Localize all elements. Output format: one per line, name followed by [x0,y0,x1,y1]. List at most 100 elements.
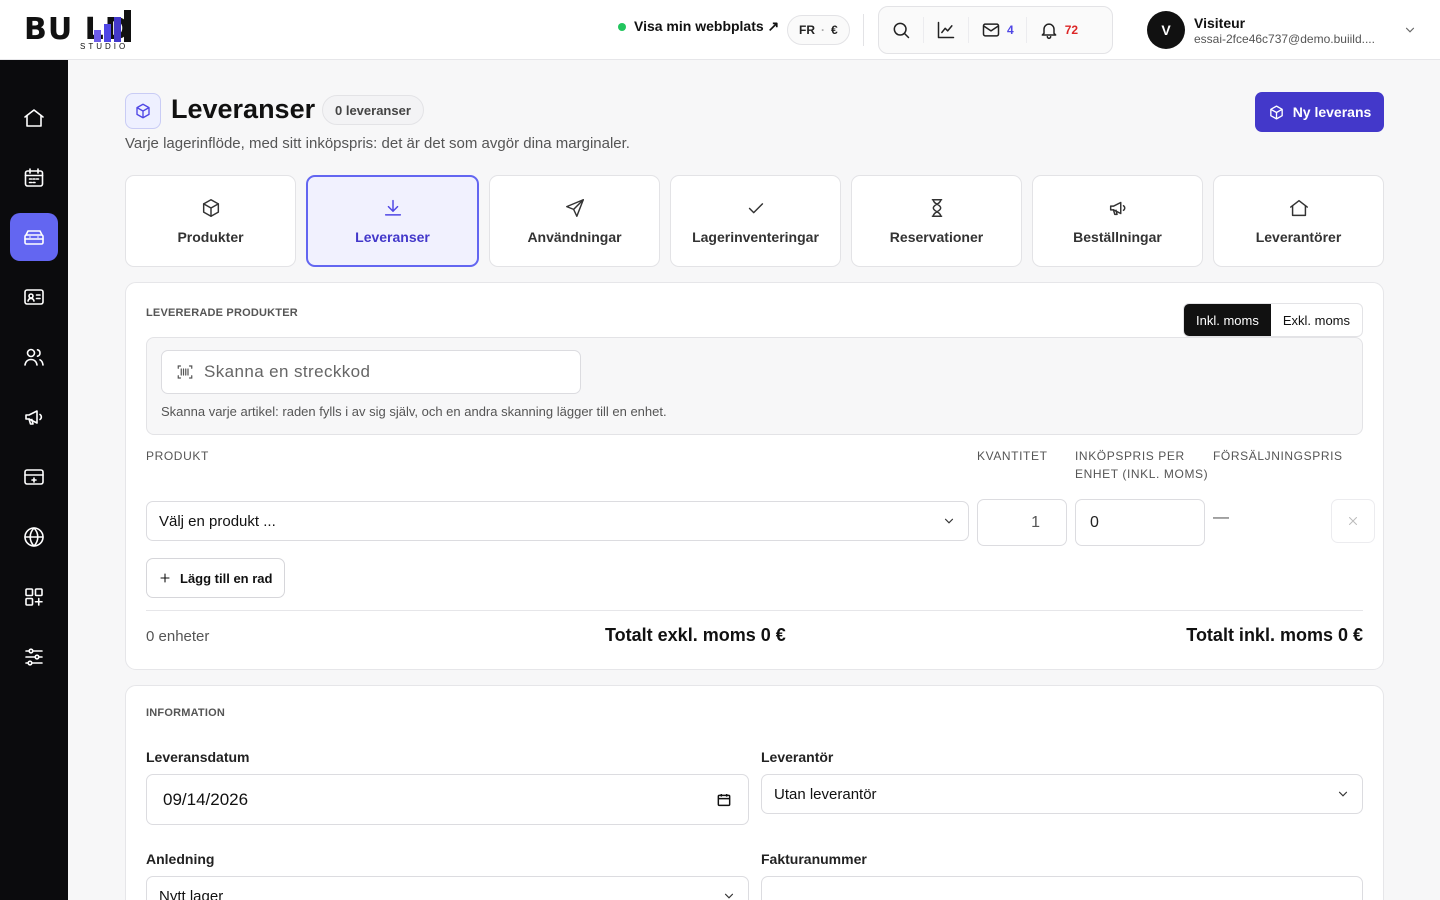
barcode-icon [177,365,193,379]
column-header-quantity: KVANTITET [977,449,1048,463]
deliveries-count-badge: 0 leveranser [322,95,424,125]
tab-products[interactable]: Produkter [125,175,296,267]
delivered-products-card: LEVERERADE PRODUKTER Inkl. moms Exkl. mo… [125,282,1384,670]
column-header-product: PRODUKT [146,449,209,463]
product-select-value: Välj en produkt ... [159,512,276,530]
tab-deliveries[interactable]: Leveranser [306,175,479,267]
notifications-button[interactable]: 72 [1025,17,1090,43]
delivery-date-label: Leveransdatum [146,749,250,765]
sidebar-item-website[interactable] [10,513,58,561]
new-delivery-button[interactable]: Ny leverans [1255,92,1384,132]
language-code: FR [799,23,815,37]
tab-label: Leveranser [355,229,430,245]
sidebar [0,60,68,900]
sidebar-item-marketing[interactable] [10,393,58,441]
supplier-label: Leverantör [761,749,834,765]
sidebar-item-calendar[interactable] [10,154,58,202]
sidebar-item-contacts[interactable] [10,273,58,321]
sidebar-item-inventory[interactable] [10,213,58,261]
search-button[interactable] [879,6,923,54]
megaphone-icon [25,410,43,425]
hourglass-icon [931,199,942,217]
product-select[interactable]: Välj en produkt ... [146,501,969,541]
stats-button[interactable] [923,17,968,43]
calendar-icon [717,793,731,806]
section-label: INFORMATION [146,707,225,719]
sidebar-item-home[interactable] [10,94,58,142]
tab-label: Lagerinventeringar [692,229,819,245]
tab-reservations[interactable]: Reservationer [851,175,1022,267]
box-icon [136,103,150,119]
currency-symbol: € [831,23,838,37]
page-icon [125,93,161,129]
vat-toggle: Inkl. moms Exkl. moms [1183,303,1364,337]
vat-incl-option[interactable]: Inkl. moms [1184,304,1271,336]
check-icon [748,203,763,214]
user-info: Visiteur essai-2fce46c737@demo.buiild...… [1194,15,1389,46]
megaphone-icon [1109,201,1125,216]
reason-select[interactable]: Nytt lager [146,876,749,900]
home-icon [1289,199,1308,217]
sidebar-item-users[interactable] [10,333,58,381]
delivery-date-field[interactable]: 09/14/2026 [146,774,749,825]
invoice-number-field [761,876,1363,900]
total-excl-vat: Totalt exkl. moms 0 € [605,625,786,645]
tab-label: Produkter [177,229,244,245]
send-icon [565,199,584,217]
user-name: Visiteur [1194,14,1246,31]
sidebar-item-apps[interactable] [10,573,58,621]
brand-logo[interactable]: BU LD STUDIO [24,8,184,52]
sidebar-item-settings[interactable] [10,633,58,681]
add-row-button[interactable]: Lägg till en rad [146,558,286,598]
tab-label: Beställningar [1073,229,1162,245]
tab-suppliers[interactable]: Leverantörer [1213,175,1384,267]
box-icon [1269,104,1283,120]
calendar-icon [24,168,44,187]
chevron-down-icon [1338,791,1348,797]
chart-line-icon [937,21,955,39]
users-icon [24,348,44,366]
user-menu[interactable]: V Visiteur essai-2fce46c737@demo.buiild.… [1147,11,1417,49]
download-icon [384,199,401,216]
barcode-input[interactable] [204,362,554,382]
tab-usages[interactable]: Användningar [489,175,660,267]
remove-row-button[interactable] [1331,499,1375,543]
vat-excl-option[interactable]: Exkl. moms [1271,304,1362,336]
barcode-scan-field [161,350,581,394]
inventory-icon [24,230,44,245]
information-card: INFORMATION Leveransdatum 09/14/2026 Lev… [125,685,1384,900]
chevron-down-icon [944,518,954,524]
quantity-field [977,499,1067,546]
tab-label: Leverantörer [1255,229,1342,245]
messages-count: 4 [1007,23,1014,37]
payment-icon [24,469,44,485]
quantity-input[interactable] [1004,513,1040,532]
column-header-purchase-price: INKÖPSPRIS PER ENHET (INKL. MOMS) [1075,447,1208,483]
invoice-number-label: Fakturanummer [761,851,867,867]
header-tools: 4 72 [878,6,1113,54]
logo-subtext: STUDIO [80,42,129,51]
supplier-select[interactable]: Utan leverantör [761,774,1363,814]
invoice-number-input[interactable] [774,887,1350,900]
page-title: Leveranser [171,94,316,124]
purchase-price-input[interactable] [1090,513,1190,532]
inventory-tabs: Produkter Leveranser Användningar Lageri… [125,175,1384,267]
bell-icon [1041,23,1057,40]
tab-orders[interactable]: Beställningar [1032,175,1203,267]
reason-label: Anledning [146,851,215,867]
column-header-purchase-line2: ENHET (INKL. MOMS) [1075,467,1209,481]
header-divider [863,14,864,46]
avatar: V [1147,11,1185,49]
tab-stocktakes[interactable]: Lagerinventeringar [670,175,841,267]
column-header-sale-price: FÖRSÄLJNINGSPRIS [1213,449,1343,463]
language-currency-selector[interactable]: FR · € [787,15,850,45]
plus-icon [160,573,170,583]
home-icon [24,109,44,127]
supplier-select-value: Utan leverantör [774,785,877,803]
messages-button[interactable]: 4 [968,17,1026,43]
view-website-link[interactable]: Visa min webbplats ↗ [618,18,779,35]
sidebar-item-payments[interactable] [10,453,58,501]
settings-sliders-icon [25,648,43,666]
chevron-down-icon [724,893,734,899]
section-label: LEVERERADE PRODUKTER [146,307,298,319]
